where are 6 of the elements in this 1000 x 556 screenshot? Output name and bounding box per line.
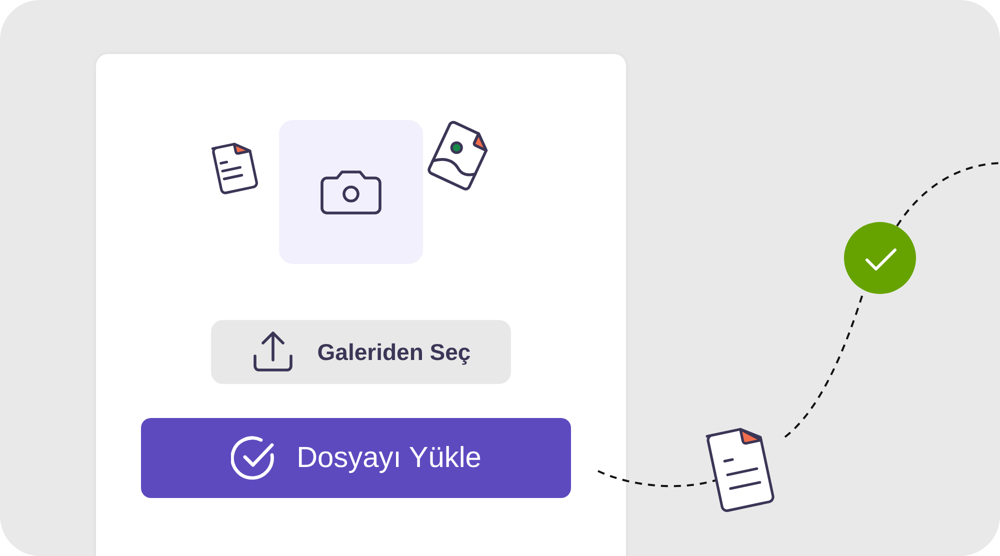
upload-icon (251, 330, 296, 374)
upload-button[interactable]: Dosyayı Yükle (141, 418, 571, 498)
check-badge (844, 222, 916, 294)
document-icon (706, 428, 774, 512)
check-circle-icon (230, 435, 277, 481)
gallery-button[interactable]: Galeriden Seç (211, 320, 511, 384)
